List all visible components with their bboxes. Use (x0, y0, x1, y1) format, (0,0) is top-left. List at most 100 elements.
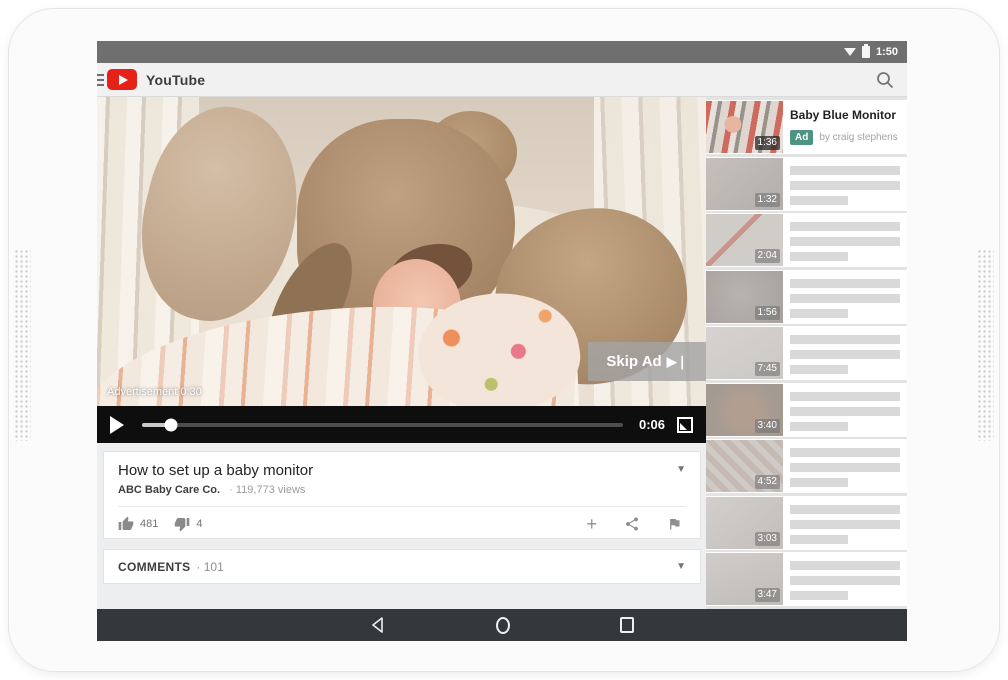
app-title: YouTube (146, 72, 205, 88)
suggested-video-item[interactable]: 1:32 (706, 157, 907, 211)
home-button[interactable] (496, 617, 510, 634)
comments-card[interactable]: COMMENTS · 101 ▼ (103, 549, 701, 584)
video-meta (790, 213, 900, 267)
video-meta (790, 157, 900, 211)
suggested-video-item[interactable]: 2:04 (706, 213, 907, 267)
video-thumbnail[interactable]: 1:56 (706, 271, 783, 323)
back-button[interactable] (370, 616, 386, 634)
suggested-video-item[interactable]: 3:47 (706, 552, 907, 606)
like-count: 481 (140, 518, 158, 530)
channel-name[interactable]: ABC Baby Care Co. (118, 484, 220, 496)
skip-ad-button[interactable]: Skip Ad ▶❘ (588, 342, 706, 381)
comments-count: · 101 (196, 560, 223, 574)
dislike-count: 4 (196, 518, 202, 530)
video-thumbnail[interactable]: 3:40 (706, 384, 783, 436)
placeholder-bar (790, 181, 900, 190)
advertisement-label: Advertisement 0:30 (107, 386, 202, 398)
player-controls: 0:06 (97, 406, 706, 443)
duration-badge: 1:36 (755, 136, 780, 150)
menu-icon[interactable] (97, 74, 104, 86)
placeholder-bar (790, 407, 900, 416)
video-thumbnail[interactable]: 1:36 (706, 101, 783, 153)
video-player[interactable]: Skip Ad ▶❘ Advertisement 0:30 (97, 97, 706, 406)
left-speaker-grille-icon (14, 249, 31, 441)
page-background: 1:50 YouTube (0, 0, 1008, 680)
duration-badge: 3:47 (755, 588, 780, 602)
suggested-video-item[interactable]: 4:52 (706, 439, 907, 493)
thumbs-down-icon[interactable] (174, 516, 190, 532)
advertiser-byline: by craig stephens (819, 132, 897, 143)
suggested-video-item[interactable]: 7:45 (706, 326, 907, 380)
placeholder-bar (790, 166, 900, 175)
fullscreen-icon[interactable] (677, 417, 693, 433)
tablet-screen: 1:50 YouTube (97, 41, 907, 641)
thumbs-up-icon[interactable] (118, 516, 134, 532)
status-time: 1:50 (876, 46, 898, 58)
video-meta (790, 439, 900, 493)
placeholder-bar (790, 279, 900, 288)
duration-badge: 3:40 (755, 419, 780, 433)
suggested-video-item[interactable]: 3:40 (706, 383, 907, 437)
youtube-logo-icon[interactable] (107, 69, 137, 90)
placeholder-bar (790, 196, 848, 205)
placeholder-bar (790, 350, 900, 359)
watch-content: How to set up a baby monitor ▼ ABC Baby … (97, 443, 706, 609)
placeholder-bar (790, 561, 900, 570)
placeholder-bar (790, 365, 848, 374)
play-button[interactable] (110, 416, 124, 434)
recents-button[interactable] (620, 617, 634, 633)
placeholder-bar (790, 335, 900, 344)
wifi-icon (844, 48, 856, 56)
right-speaker-grille-icon (977, 249, 994, 441)
suggested-ad-item[interactable]: 1:36 Baby Blue Monitor Ad by craig steph… (706, 100, 907, 154)
app-header: YouTube (97, 63, 907, 97)
video-thumbnail[interactable]: 2:04 (706, 214, 783, 266)
suggested-video-item[interactable]: 3:03 (706, 496, 907, 550)
placeholder-bar (790, 392, 900, 401)
duration-badge: 4:52 (755, 475, 780, 489)
comments-label: COMMENTS (118, 560, 190, 574)
status-bar: 1:50 (97, 41, 907, 63)
placeholder-bar (790, 576, 900, 585)
duration-badge: 7:45 (755, 362, 780, 376)
share-icon[interactable] (624, 516, 640, 532)
skip-ad-icon: ▶❘ (667, 354, 688, 370)
suggested-video-title: Baby Blue Monitor (790, 108, 900, 122)
video-thumbnail[interactable]: 1:32 (706, 158, 783, 210)
chevron-down-icon[interactable]: ▼ (676, 559, 686, 574)
placeholder-bar (790, 478, 848, 487)
duration-badge: 1:32 (755, 193, 780, 207)
tablet-device-frame: 1:50 YouTube (8, 8, 1000, 672)
placeholder-bar (790, 294, 900, 303)
video-meta: Baby Blue Monitor Ad by craig stephens (790, 100, 900, 154)
chevron-down-icon[interactable]: ▼ (676, 462, 686, 477)
search-icon[interactable] (875, 70, 895, 90)
placeholder-bar (790, 237, 900, 246)
watch-column: Skip Ad ▶❘ Advertisement 0:30 0:06 (97, 97, 706, 609)
placeholder-bar (790, 520, 900, 529)
add-to-playlist-icon[interactable]: + (586, 516, 597, 532)
placeholder-bar (790, 422, 848, 431)
placeholder-bar (790, 222, 900, 231)
progress-thumb[interactable] (164, 418, 177, 431)
flag-report-icon[interactable] (667, 516, 682, 532)
video-thumbnail[interactable]: 3:47 (706, 553, 783, 605)
play-glyph-icon (119, 75, 128, 85)
video-meta (790, 496, 900, 550)
video-title: How to set up a baby monitor (118, 462, 313, 479)
placeholder-bar (790, 252, 848, 261)
video-meta (790, 383, 900, 437)
duration-badge: 2:04 (755, 249, 780, 263)
video-thumbnail[interactable]: 3:03 (706, 497, 783, 549)
video-thumbnail[interactable]: 4:52 (706, 440, 783, 492)
video-meta (790, 552, 900, 606)
video-thumbnail[interactable]: 7:45 (706, 327, 783, 379)
progress-bar[interactable] (142, 423, 623, 427)
video-meta (790, 270, 900, 324)
skip-ad-label: Skip Ad (606, 353, 661, 370)
suggestions-sidebar: 1:36 Baby Blue Monitor Ad by craig steph… (706, 97, 907, 609)
android-nav-bar (97, 609, 907, 641)
placeholder-bar (790, 535, 848, 544)
suggested-video-item[interactable]: 1:56 (706, 270, 907, 324)
duration-badge: 3:03 (755, 532, 780, 546)
